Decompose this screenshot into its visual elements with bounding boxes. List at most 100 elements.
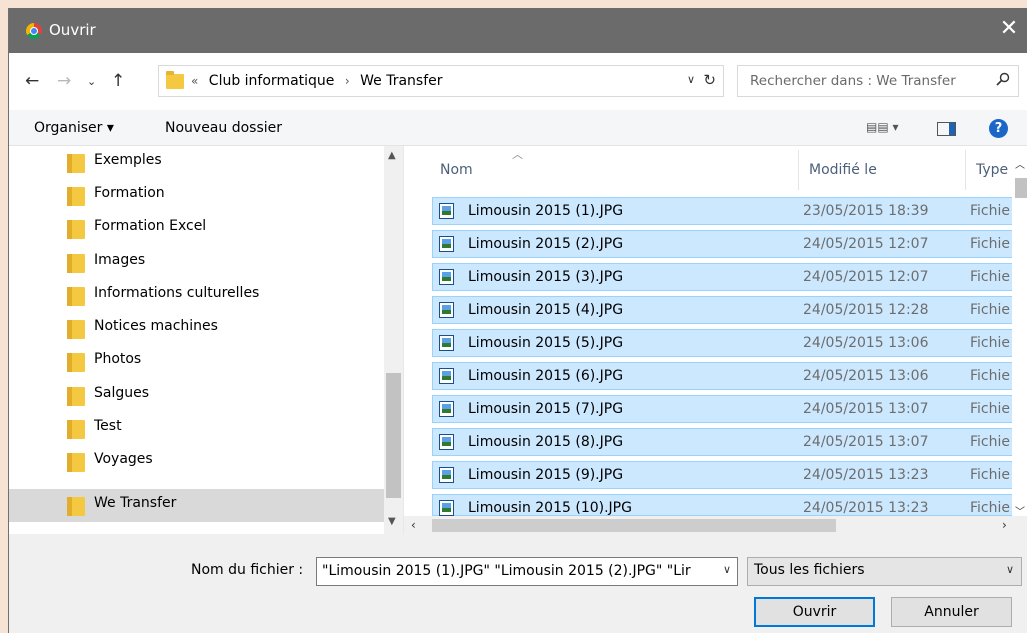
organize-button[interactable]: Organiser ▾ <box>34 120 114 136</box>
navigation-scrollbar[interactable]: ▲ ▼ <box>384 146 403 534</box>
scrollbar-thumb[interactable] <box>1015 178 1027 198</box>
tree-item-informations-culturelles[interactable]: Informations culturelles <box>9 279 384 312</box>
breadcrumb-overflow[interactable]: « <box>191 74 198 88</box>
file-date: 24/05/2015 13:23 <box>803 467 929 483</box>
file-type: Fichie <box>970 302 1010 318</box>
breadcrumb-separator[interactable]: › <box>345 74 350 88</box>
file-date: 24/05/2015 13:07 <box>803 434 929 450</box>
search-input[interactable]: Rechercher dans : We Transfer <box>737 65 1019 97</box>
file-name: Limousin 2015 (10).JPG <box>468 500 632 516</box>
file-row[interactable]: Limousin 2015 (4).JPG 24/05/2015 12:28 F… <box>432 296 1027 324</box>
tree-item-formation-excel[interactable]: Formation Excel <box>9 212 384 245</box>
scrollbar-thumb[interactable] <box>432 519 836 532</box>
image-file-icon <box>439 368 454 384</box>
folder-icon <box>67 287 85 306</box>
tree-item-label: Informations culturelles <box>94 285 260 301</box>
refresh-icon[interactable]: ↻ <box>703 71 716 89</box>
address-dropdown-icon[interactable]: ∨ <box>687 73 695 86</box>
tree-item-we-transfer[interactable]: We Transfer <box>9 489 384 522</box>
scroll-left-icon[interactable]: ‹ <box>411 518 416 532</box>
view-options-icon[interactable]: ▤▤ ▾ <box>866 120 899 134</box>
file-type: Fichie <box>970 500 1010 516</box>
tree-item-exemples[interactable]: Exemples <box>9 146 384 179</box>
open-file-dialog: Ouvrir ✕ ← → ⌄ ↑ « Club informatique › W… <box>8 8 1027 633</box>
scroll-up-icon[interactable]: ︿ <box>1015 156 1025 171</box>
new-folder-button[interactable]: Nouveau dossier <box>165 120 282 136</box>
filename-value: "Limousin 2015 (1).JPG" "Limousin 2015 (… <box>322 563 691 579</box>
tree-item-label: Test <box>94 418 122 434</box>
image-file-icon <box>439 335 454 351</box>
breadcrumb-item[interactable]: Club informatique <box>209 73 335 89</box>
preview-pane-icon[interactable] <box>937 122 956 136</box>
tree-item-label: Salgues <box>94 385 150 401</box>
file-row[interactable]: Limousin 2015 (6).JPG 24/05/2015 13:06 F… <box>432 362 1027 390</box>
filename-input[interactable]: "Limousin 2015 (1).JPG" "Limousin 2015 (… <box>316 557 738 586</box>
address-bar-row: ← → ⌄ ↑ « Club informatique › We Transfe… <box>9 53 1027 110</box>
folder-icon <box>67 387 85 406</box>
file-row[interactable]: Limousin 2015 (7).JPG 24/05/2015 13:07 F… <box>432 395 1027 423</box>
image-file-icon <box>439 434 454 450</box>
file-name: Limousin 2015 (6).JPG <box>468 368 624 384</box>
file-row[interactable]: Limousin 2015 (1).JPG 23/05/2015 18:39 F… <box>432 197 1027 225</box>
tree-item-formation[interactable]: Formation <box>9 179 384 212</box>
file-row[interactable]: Limousin 2015 (10).JPG 24/05/2015 13:23 … <box>432 494 1027 516</box>
file-type: Fichie <box>970 401 1010 417</box>
search-icon[interactable] <box>996 72 1010 86</box>
file-row[interactable]: Limousin 2015 (3).JPG 24/05/2015 12:07 F… <box>432 263 1027 291</box>
column-header-row: ︿ Nom Modifié le Type <box>404 146 1027 194</box>
tree-item-photos[interactable]: Photos <box>9 345 384 378</box>
cancel-button[interactable]: Annuler <box>891 597 1012 627</box>
open-button[interactable]: Ouvrir <box>754 597 875 627</box>
folder-icon <box>67 154 85 173</box>
scrollbar-thumb[interactable] <box>386 373 401 498</box>
column-header-name[interactable]: Nom <box>440 162 473 178</box>
chevron-down-icon[interactable]: ∨ <box>723 563 731 576</box>
scroll-down-icon[interactable]: ▼ <box>388 516 396 527</box>
image-file-icon <box>439 236 454 252</box>
folder-icon <box>67 453 85 472</box>
close-icon[interactable]: ✕ <box>997 16 1021 42</box>
file-type: Fichie <box>970 368 1010 384</box>
tree-item-notices-machines[interactable]: Notices machines <box>9 312 384 345</box>
image-file-icon <box>439 401 454 417</box>
up-arrow-icon[interactable]: ↑ <box>111 71 125 91</box>
breadcrumb-item[interactable]: We Transfer <box>360 73 442 89</box>
column-header-type[interactable]: Type <box>976 162 1008 178</box>
scroll-up-icon[interactable]: ▲ <box>388 150 396 161</box>
folder-icon <box>67 320 85 339</box>
scroll-right-icon[interactable]: › <box>1002 518 1007 532</box>
file-type-value: Tous les fichiers <box>754 562 865 578</box>
file-list-horizontal-scrollbar[interactable]: ‹ › <box>404 516 1027 534</box>
forward-arrow-icon: → <box>57 71 72 91</box>
tree-item-label: Exemples <box>94 152 162 168</box>
file-type: Fichie <box>970 335 1010 351</box>
back-arrow-icon[interactable]: ← <box>25 71 39 91</box>
tree-item-label: Images <box>94 252 146 268</box>
file-name: Limousin 2015 (2).JPG <box>468 236 624 252</box>
file-type-select[interactable]: Tous les fichiers ∨ <box>747 557 1022 586</box>
tree-item-salgues[interactable]: Salgues <box>9 379 384 412</box>
file-name: Limousin 2015 (8).JPG <box>468 434 624 450</box>
tree-item-label: Formation <box>94 185 165 201</box>
file-row[interactable]: Limousin 2015 (5).JPG 24/05/2015 13:06 F… <box>432 329 1027 357</box>
file-list-vertical-scrollbar[interactable]: ︿ ﹀ <box>1012 146 1027 518</box>
address-field[interactable]: « Club informatique › We Transfer ∨ ↻ <box>158 65 724 97</box>
image-file-icon <box>439 269 454 285</box>
column-divider[interactable] <box>965 150 966 190</box>
file-row[interactable]: Limousin 2015 (8).JPG 24/05/2015 13:07 F… <box>432 428 1027 456</box>
file-date: 24/05/2015 12:07 <box>803 269 929 285</box>
file-date: 24/05/2015 13:06 <box>803 368 929 384</box>
recent-locations-chevron-icon[interactable]: ⌄ <box>87 75 96 88</box>
help-icon[interactable]: ? <box>989 119 1008 138</box>
file-type: Fichie <box>970 236 1010 252</box>
tree-item-test[interactable]: Test <box>9 412 384 445</box>
image-file-icon <box>439 467 454 483</box>
search-placeholder: Rechercher dans : We Transfer <box>750 73 956 89</box>
column-divider[interactable] <box>798 150 799 190</box>
file-row[interactable]: Limousin 2015 (9).JPG 24/05/2015 13:23 F… <box>432 461 1027 489</box>
tree-item-images[interactable]: Images <box>9 246 384 279</box>
file-row[interactable]: Limousin 2015 (2).JPG 24/05/2015 12:07 F… <box>432 230 1027 258</box>
file-name: Limousin 2015 (9).JPG <box>468 467 624 483</box>
tree-item-voyages[interactable]: Voyages <box>9 445 384 478</box>
column-header-modified[interactable]: Modifié le <box>809 162 877 178</box>
